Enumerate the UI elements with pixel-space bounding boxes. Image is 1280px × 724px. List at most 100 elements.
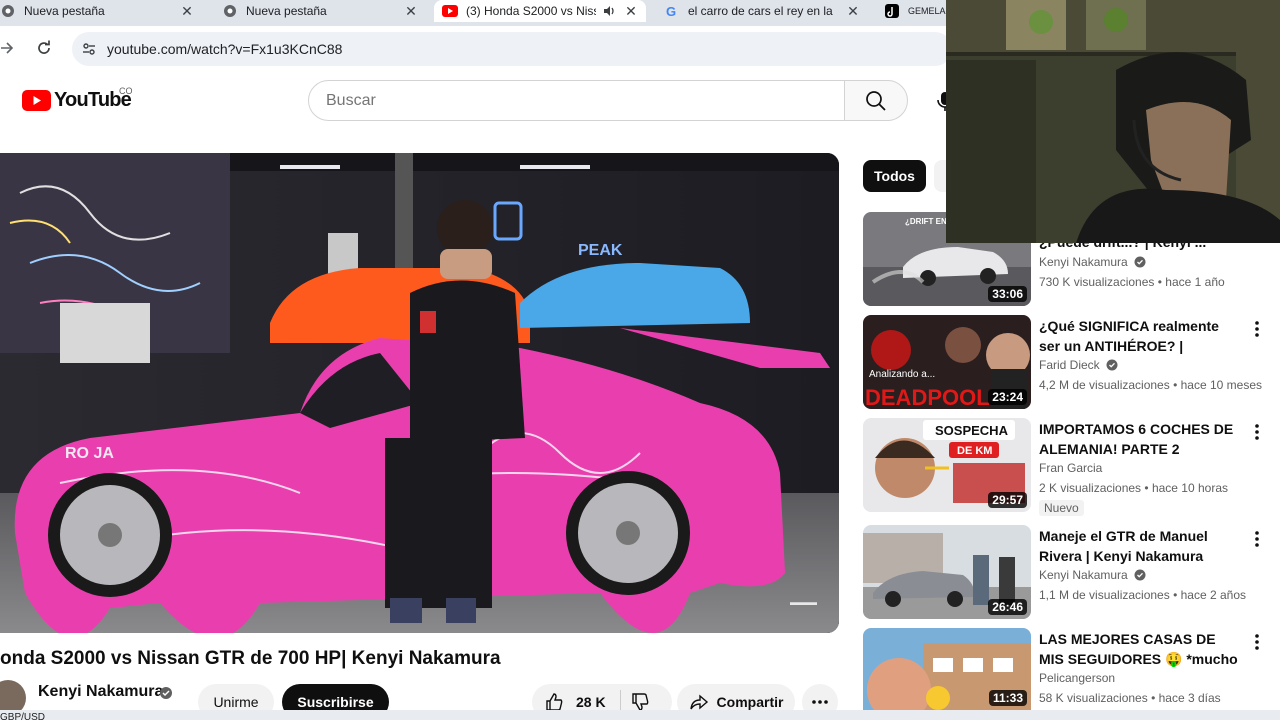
video-title: onda S2000 vs Nissan GTR de 700 HP| Keny… — [0, 648, 501, 669]
thumbnail-caption: Analizando a... — [869, 369, 935, 380]
view-count: 58 K visualizaciones — [1039, 691, 1148, 705]
search-input[interactable]: Buscar — [308, 80, 845, 121]
video-frame-pink-car: PEAK RO JA ▬▬▬ — [0, 153, 839, 633]
svg-text:▬▬▬: ▬▬▬ — [790, 597, 817, 607]
recommendation-channel-name: Pelicangerson — [1039, 671, 1116, 685]
chrome-icon — [0, 3, 16, 19]
close-tab-icon[interactable]: ✕ — [844, 0, 862, 22]
like-count: 28 K — [576, 694, 606, 710]
recommendation-channel[interactable]: Farid Dieck — [1039, 358, 1118, 372]
thumbs-up-icon — [546, 693, 563, 711]
upload-age: hace 3 días — [1158, 691, 1221, 705]
verified-check-icon — [159, 686, 173, 700]
speaker-icon[interactable] — [602, 4, 616, 18]
country-code: CO — [119, 86, 133, 96]
verified-check-icon — [1106, 359, 1118, 371]
close-tab-icon[interactable]: ✕ — [178, 0, 196, 22]
svg-text:G: G — [666, 4, 676, 18]
more-vert-icon[interactable] — [1249, 422, 1265, 442]
upload-age: hace 1 año — [1165, 275, 1225, 289]
thumbnail-caption: DE KM — [957, 445, 992, 457]
search-placeholder: Buscar — [326, 92, 376, 109]
view-count: 2 K visualizaciones — [1039, 481, 1142, 495]
site-info-icon[interactable] — [81, 41, 97, 57]
chip-all[interactable]: Todos — [863, 160, 926, 192]
browser-tab-google[interactable]: G el carro de cars el rey en la v ✕ — [664, 0, 864, 22]
webcam-feed-image — [946, 0, 1280, 243]
url-field[interactable]: youtube.com/watch?v=Fx1u3KCnC88 — [72, 32, 952, 66]
more-vert-icon[interactable] — [1249, 319, 1265, 339]
recommendation-item[interactable]: SOSPECHA DE KM 29:57 IMPORTAMOS 6 COCHES … — [863, 418, 1268, 516]
taskbar-currency-widget[interactable]: GBP/USD — [0, 712, 45, 723]
webcam-overlay — [946, 0, 1280, 243]
thumbnail-caption: DEADPOOL — [865, 385, 990, 409]
svg-text:PEAK: PEAK — [578, 242, 623, 259]
browser-tab-new-2[interactable]: Nueva pestaña ✕ — [222, 0, 422, 22]
video-duration: 26:46 — [988, 599, 1027, 615]
recommendation-meta: 58 K visualizaciones • hace 3 días — [1039, 691, 1221, 705]
recommendation-title[interactable]: IMPORTAMOS 6 COCHES DE ALEMANIA! PARTE 2 — [1039, 419, 1239, 459]
recommendation-channel[interactable]: Kenyi Nakamura — [1039, 568, 1146, 582]
chrome-icon — [222, 3, 238, 19]
channel-name[interactable]: Kenyi Nakamura — [38, 683, 163, 701]
video-duration: 29:57 — [988, 492, 1027, 508]
thumbnail-caption: ¿DRIFT EN — [905, 217, 947, 226]
youtube-icon — [442, 3, 458, 19]
tab-title: el carro de cars el rey en la v — [688, 4, 836, 18]
tab-title: GEMELAS — [908, 6, 946, 16]
forward-icon[interactable] — [0, 40, 14, 56]
upload-age: hace 10 meses — [1180, 378, 1262, 392]
thumbs-down-icon[interactable] — [630, 692, 650, 712]
recommendation-item[interactable]: 26:46 Maneje el GTR de Manuel Rivera | K… — [863, 525, 1268, 621]
recommendation-title[interactable]: ¿Qué SIGNIFICA realmente ser un ANTIHÉRO… — [1039, 316, 1239, 356]
upload-age: hace 2 años — [1180, 588, 1246, 602]
url-text: youtube.com/watch?v=Fx1u3KCnC88 — [107, 41, 343, 57]
browser-tab-tiktok[interactable]: GEMELAS — [884, 0, 946, 22]
google-icon: G — [664, 3, 680, 19]
tab-title: (3) Honda S2000 vs Nissan — [466, 4, 596, 18]
search-icon — [866, 90, 886, 111]
recommendation-channel-name: Kenyi Nakamura — [1039, 568, 1128, 582]
tab-title: Nueva pestaña — [24, 4, 105, 18]
upload-age: hace 10 horas — [1151, 481, 1228, 495]
video-thumbnail[interactable]: 26:46 — [863, 525, 1031, 619]
video-thumbnail[interactable]: Analizando a... DEADPOOL 23:24 — [863, 315, 1031, 409]
video-duration: 33:06 — [988, 286, 1027, 302]
youtube-logo[interactable]: YouTube — [22, 89, 132, 112]
video-player[interactable]: PEAK RO JA ▬▬▬ — [0, 153, 839, 633]
recommendation-channel[interactable]: Pelicangerson — [1039, 671, 1115, 685]
more-vert-icon[interactable] — [1249, 529, 1265, 549]
view-count: 730 K visualizaciones — [1039, 275, 1155, 289]
browser-tab-youtube-active[interactable]: (3) Honda S2000 vs Nissan ✕ — [434, 0, 646, 22]
youtube-play-icon — [22, 90, 51, 111]
recommendation-meta: 1,1 M de visualizaciones • hace 2 años — [1039, 588, 1246, 602]
recommendation-title[interactable]: LAS MEJORES CASAS DE MIS SEGUIDORES 🤑 *m… — [1039, 629, 1239, 669]
new-badge: Nuevo — [1039, 500, 1084, 516]
recommendation-channel[interactable]: Kenyi Nakamura — [1039, 255, 1146, 269]
share-icon — [689, 694, 708, 710]
video-thumbnail[interactable]: SOSPECHA DE KM 29:57 — [863, 418, 1031, 512]
reload-icon[interactable] — [36, 40, 52, 56]
more-vert-icon[interactable] — [1249, 632, 1265, 652]
video-thumbnail[interactable]: 11:33 — [863, 628, 1031, 710]
recommendation-item[interactable]: Analizando a... DEADPOOL 23:24 ¿Qué SIGNI… — [863, 315, 1268, 411]
more-horizontal-icon — [812, 700, 828, 704]
share-label: Compartir — [716, 694, 784, 710]
close-tab-icon[interactable]: ✕ — [402, 0, 420, 22]
search-button[interactable] — [844, 80, 908, 121]
view-count: 1,1 M de visualizaciones — [1039, 588, 1170, 602]
recommendation-channel-name: Farid Dieck — [1039, 358, 1100, 372]
close-tab-icon[interactable]: ✕ — [622, 0, 640, 22]
video-duration: 23:24 — [988, 389, 1027, 405]
recommendation-channel-name: Kenyi Nakamura — [1039, 255, 1128, 269]
browser-tab-new-1[interactable]: Nueva pestaña ✕ — [0, 0, 200, 22]
verified-check-icon — [1134, 569, 1146, 581]
recommendation-meta: 2 K visualizaciones • hace 10 horas — [1039, 481, 1228, 495]
recommendation-channel-name: Fran Garcia — [1039, 461, 1103, 475]
recommendation-channel[interactable]: Fran Garcia — [1039, 461, 1102, 475]
recommendation-title[interactable]: Maneje el GTR de Manuel Rivera | Kenyi N… — [1039, 526, 1239, 566]
recommendation-meta: 4,2 M de visualizaciones • hace 10 meses — [1039, 378, 1262, 392]
tab-title: Nueva pestaña — [246, 4, 327, 18]
verified-check-icon — [1134, 256, 1146, 268]
thumbnail-caption: SOSPECHA — [935, 423, 1009, 438]
